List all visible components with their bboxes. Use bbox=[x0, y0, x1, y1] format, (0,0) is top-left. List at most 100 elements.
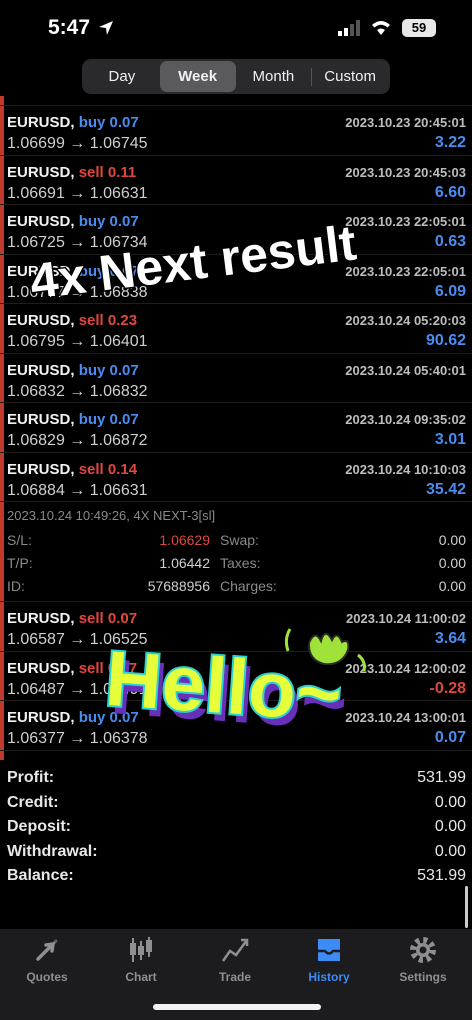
taxes-value: 0.00 bbox=[438, 555, 466, 571]
period-tab-day[interactable]: Day bbox=[84, 61, 160, 92]
trade-symbol-line: EURUSD, sell 0.14 bbox=[7, 461, 137, 478]
table-row[interactable]: EURUSD, buy 0.07 2023.10.24 09:35:02 1.068… bbox=[0, 403, 472, 453]
trade-datetime: 2023.10.24 13:00:01 bbox=[345, 710, 466, 725]
status-bar: 5:47 59 bbox=[0, 0, 472, 56]
tab-label: Chart bbox=[125, 970, 157, 984]
trade-prices: 1.06691 → 1.06631 bbox=[7, 184, 148, 202]
trade-side: sell 0.14 bbox=[78, 460, 138, 478]
trade-datetime: 2023.10.24 10:10:03 bbox=[345, 461, 466, 477]
trade-symbol-line: EURUSD, buy 0.07 bbox=[7, 263, 139, 280]
swap-value: 0.00 bbox=[438, 532, 466, 548]
trade-datetime: 2023.10.24 12:00:02 bbox=[345, 660, 466, 676]
sl-label: S/L: bbox=[7, 532, 32, 548]
tp-label: T/P: bbox=[7, 555, 33, 571]
period-tab-month[interactable]: Month bbox=[236, 61, 312, 92]
trade-prices: 1.06725 → 1.06734 bbox=[7, 234, 148, 251]
account-summary: Profit: 531.99 Credit: 0.00 Deposit: 0.00 W… bbox=[0, 766, 472, 889]
sl-value: 1.06629 bbox=[159, 532, 210, 548]
table-row[interactable]: EURUSD, sell 0.23 2023.10.24 05:20:03 1.06… bbox=[0, 304, 472, 354]
swap-label: Swap: bbox=[220, 532, 259, 548]
charges-label: Charges: bbox=[220, 578, 277, 594]
trade-symbol: EURUSD, bbox=[7, 163, 75, 181]
candlestick-icon bbox=[130, 937, 152, 962]
inbox-tray-icon bbox=[318, 939, 340, 961]
trade-symbol: EURUSD, bbox=[7, 361, 75, 379]
trade-prices: 1.06487 → 1.06491 bbox=[7, 680, 148, 698]
tab-history[interactable]: History bbox=[282, 935, 376, 984]
period-tab-custom[interactable]: Custom bbox=[312, 61, 388, 92]
trade-symbol: EURUSD, bbox=[7, 610, 75, 627]
trade-prices: 1.06884 → 1.06631 bbox=[7, 481, 148, 499]
summary-row-credit: Credit: 0.00 bbox=[7, 793, 466, 811]
trade-datetime: 2023.10.24 05:40:01 bbox=[345, 362, 466, 378]
trade-datetime: 2023.10.23 22:05:01 bbox=[345, 263, 466, 279]
status-time: 5:47 bbox=[48, 16, 91, 39]
tab-label: History bbox=[308, 970, 350, 984]
trade-prices: 1.06795 → 1.06401 bbox=[7, 333, 148, 350]
tab-settings[interactable]: Settings bbox=[376, 935, 470, 984]
id-label: ID: bbox=[7, 578, 25, 594]
trade-profit: 3.01 bbox=[434, 431, 466, 448]
trade-side: sell 0.11 bbox=[78, 163, 137, 181]
trade-symbol-line: EURUSD, buy 0.07 bbox=[7, 362, 139, 379]
table-row[interactable]: EURUSD, buy 0.07 2023.10.23 20:45:01 1.066… bbox=[0, 106, 472, 156]
trade-side: buy 0.07 bbox=[78, 709, 139, 726]
tab-chart[interactable]: Chart bbox=[94, 935, 188, 984]
detail-header: 2023.10.24 10:49:26, 4X NEXT-3[sl] bbox=[7, 508, 216, 523]
wifi-icon bbox=[372, 21, 390, 35]
tp-value: 1.06442 bbox=[159, 555, 210, 571]
trade-datetime: 2023.10.23 20:45:01 bbox=[345, 115, 466, 130]
charges-value: 0.00 bbox=[438, 578, 466, 594]
cellular-signal-icon bbox=[338, 20, 360, 36]
trade-symbol-line: EURUSD, buy 0.07 bbox=[7, 709, 139, 726]
summary-row-deposit: Deposit: 0.00 bbox=[7, 818, 466, 835]
table-row[interactable]: EURUSD, buy 0.07 2023.10.24 05:40:01 1.068… bbox=[0, 354, 472, 403]
trade-symbol: EURUSD, bbox=[7, 659, 75, 677]
table-row[interactable]: EURUSD, sell 0.11 2023.10.23 20:45:03 1.06… bbox=[0, 156, 472, 205]
trade-datetime: 2023.10.24 11:00:02 bbox=[346, 611, 466, 626]
period-segmented-control: Day Week Month Custom bbox=[82, 59, 390, 94]
trade-prices: 1.06587 → 1.06525 bbox=[7, 631, 148, 648]
trade-symbol: EURUSD, bbox=[7, 460, 75, 478]
table-row[interactable]: EURUSD, sell 0.07 2023.10.24 12:00:02 1.06… bbox=[0, 652, 472, 701]
table-row[interactable]: EURUSD, buy 0.07 2023.10.23 22:05:01 1.067… bbox=[0, 255, 472, 304]
trade-side: buy 0.07 bbox=[78, 213, 139, 230]
trade-profit: 3.64 bbox=[434, 630, 466, 647]
scrollbar-thumb[interactable] bbox=[465, 886, 468, 928]
table-row[interactable]: EURUSD, sell 0.14 2023.10.24 10:10:03 1.06… bbox=[0, 453, 472, 502]
trade-side: buy 0.07 bbox=[78, 361, 139, 379]
battery-icon: 59 bbox=[402, 19, 436, 37]
table-row[interactable]: EURUSD, buy 0.07 2023.10.24 13:00:01 1.063… bbox=[0, 701, 472, 751]
trade-profit: 35.42 bbox=[425, 480, 466, 498]
summary-row-withdrawal: Withdrawal: 0.00 bbox=[7, 842, 466, 860]
tab-label: Quotes bbox=[26, 970, 68, 984]
id-value: 57688956 bbox=[147, 578, 210, 594]
table-row[interactable]: EURUSD, buy 0.07 2023.10.23 22:05:01 1.067… bbox=[0, 205, 472, 255]
table-row[interactable] bbox=[0, 96, 472, 106]
trade-symbol-line: EURUSD, sell 0.07 bbox=[7, 610, 137, 627]
tab-quotes[interactable]: Quotes bbox=[0, 935, 94, 984]
location-arrow-icon bbox=[99, 21, 113, 35]
trade-line-icon bbox=[221, 938, 249, 962]
trade-symbol-line: EURUSD, sell 0.11 bbox=[7, 164, 136, 181]
trade-symbol: EURUSD, bbox=[7, 262, 75, 280]
trade-side: sell 0.23 bbox=[78, 312, 138, 329]
trade-prices: 1.06377 → 1.06378 bbox=[7, 730, 148, 747]
trade-side: buy 0.07 bbox=[78, 262, 139, 280]
trade-profit: 6.60 bbox=[434, 183, 466, 201]
table-row[interactable]: EURUSD, sell 0.07 2023.10.24 11:00:02 1.06… bbox=[0, 602, 472, 652]
trade-symbol-line: EURUSD, sell 0.07 bbox=[7, 660, 137, 677]
trade-datetime: 2023.10.24 09:35:02 bbox=[345, 412, 466, 427]
summary-row-balance: Balance: 531.99 bbox=[7, 867, 466, 884]
quotes-arrows-icon bbox=[36, 939, 58, 961]
home-indicator[interactable] bbox=[153, 1004, 321, 1010]
gear-icon bbox=[410, 937, 436, 963]
trade-prices: 1.06829 → 1.06872 bbox=[7, 432, 148, 449]
trade-side: buy 0.07 bbox=[78, 411, 139, 428]
trade-profit: 6.09 bbox=[434, 282, 466, 300]
period-tab-week[interactable]: Week bbox=[159, 61, 236, 92]
trade-prices: 1.06777 → 1.06838 bbox=[7, 283, 148, 301]
trade-prices: 1.06699 → 1.06745 bbox=[7, 135, 148, 152]
tab-trade[interactable]: Trade bbox=[188, 935, 282, 984]
trade-symbol: EURUSD, bbox=[7, 709, 75, 726]
